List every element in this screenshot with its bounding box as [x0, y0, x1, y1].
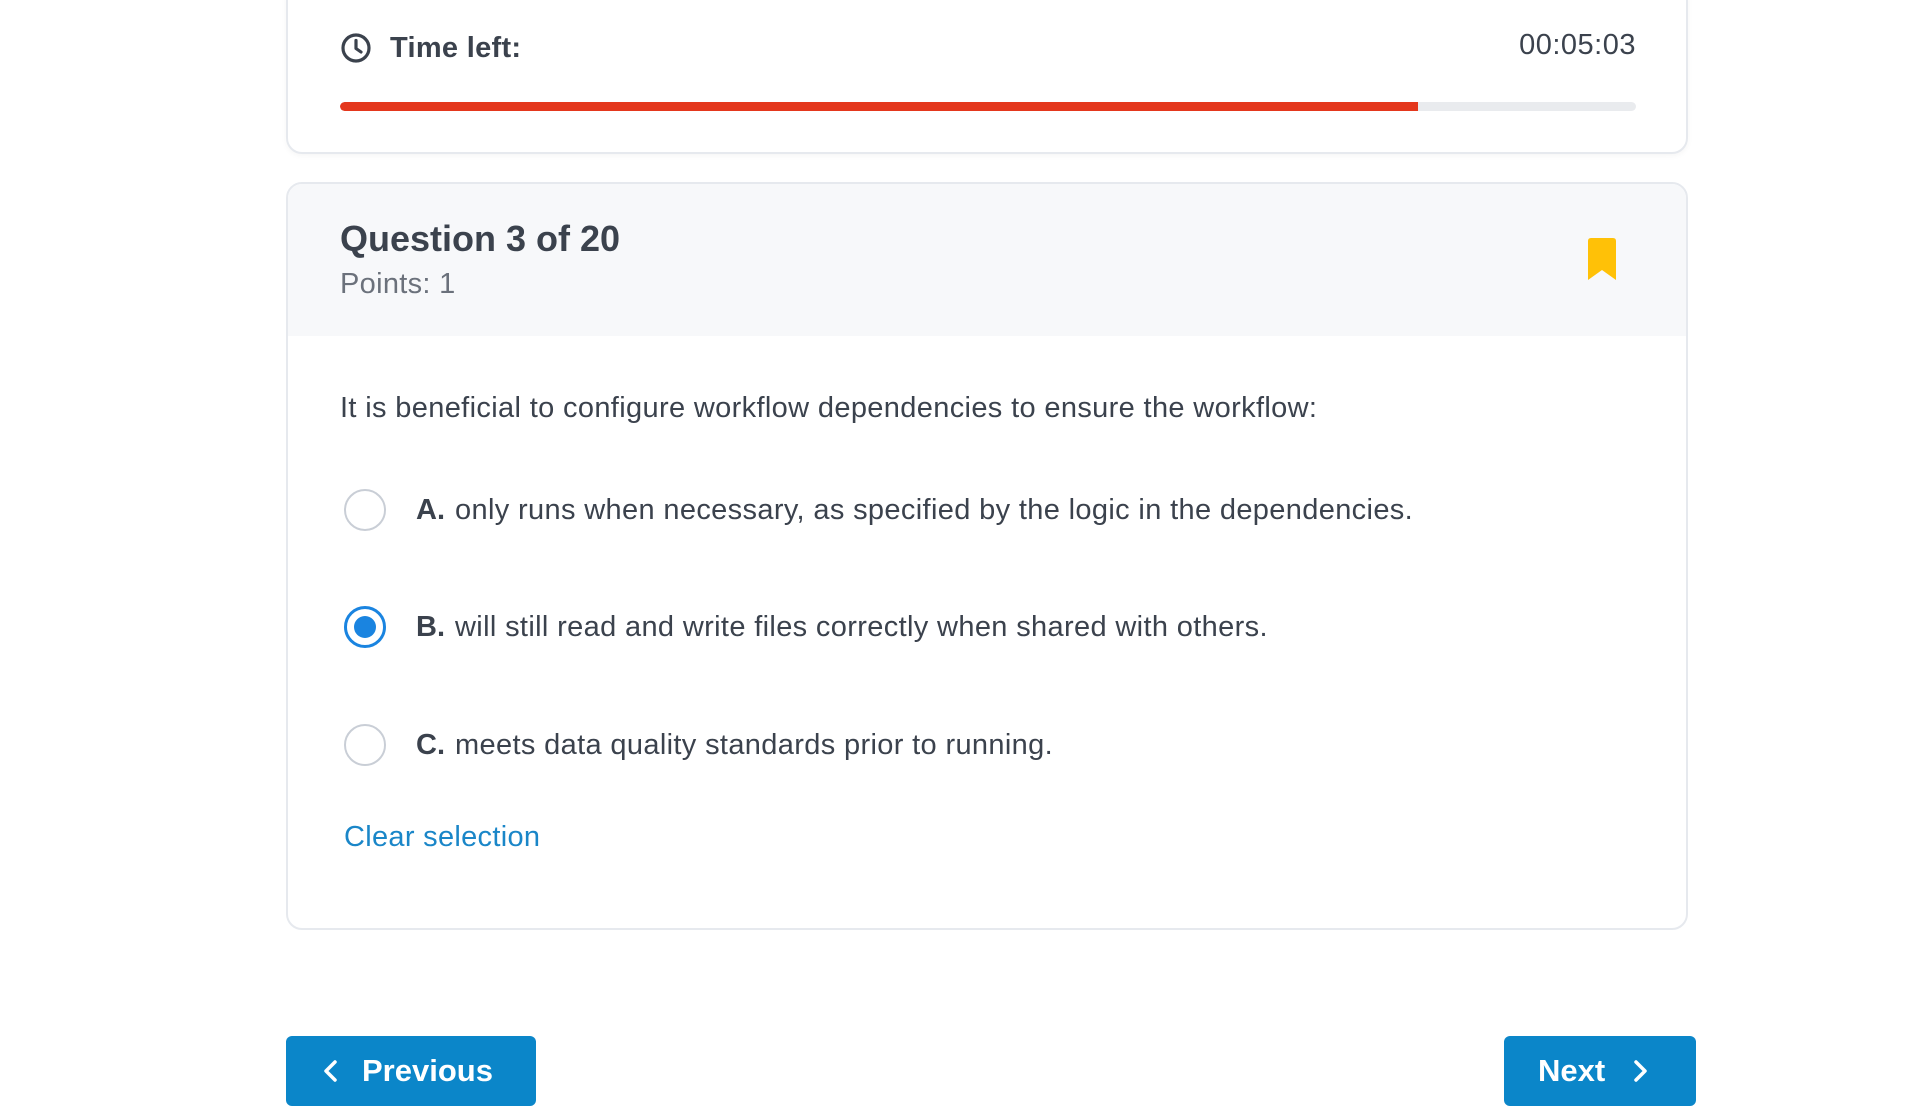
timer-label: Time left: [390, 31, 522, 64]
radio-button-b[interactable] [344, 606, 386, 648]
timer-progress-bar [340, 102, 1636, 111]
answer-option-c[interactable]: C. meets data quality standards prior to… [344, 715, 1646, 775]
timer-card: Time left: 00:05:03 [286, 0, 1688, 154]
option-text: will still read and write files correctl… [455, 610, 1268, 643]
next-button[interactable]: Next [1504, 1036, 1696, 1106]
option-text: only runs when necessary, as specified b… [455, 493, 1414, 526]
previous-button[interactable]: Previous [286, 1036, 536, 1106]
timer-progress-fill [340, 102, 1419, 111]
clock-icon [340, 32, 372, 64]
option-text: meets data quality standards prior to ru… [455, 728, 1054, 761]
option-letter: C. [416, 728, 445, 761]
previous-button-label: Previous [362, 1053, 493, 1088]
radio-button-c[interactable] [344, 724, 386, 766]
radio-button-a[interactable] [344, 489, 386, 531]
chevron-right-icon [1629, 1056, 1651, 1086]
question-points: Points: 1 [340, 268, 456, 300]
option-letter: A. [416, 493, 445, 526]
answer-option-a[interactable]: A. only runs when necessary, as specifie… [344, 480, 1646, 540]
clear-selection-link[interactable]: Clear selection [344, 821, 540, 854]
answer-option-b[interactable]: B. will still read and write files corre… [344, 597, 1646, 657]
question-card: Question 3 of 20 Points: 1 It is benefic… [286, 182, 1688, 930]
question-header: Question 3 of 20 Points: 1 [288, 184, 1686, 336]
chevron-left-icon [320, 1056, 342, 1086]
question-text: It is beneficial to configure workflow d… [340, 392, 1318, 424]
question-title: Question 3 of 20 [340, 218, 621, 259]
next-button-label: Next [1538, 1053, 1606, 1088]
option-letter: B. [416, 610, 445, 643]
timer-row: Time left: 00:05:03 [340, 26, 1636, 70]
timer-label-group: Time left: [340, 32, 521, 65]
timer-value: 00:05:03 [1519, 28, 1636, 61]
bookmark-icon[interactable] [1584, 238, 1620, 282]
